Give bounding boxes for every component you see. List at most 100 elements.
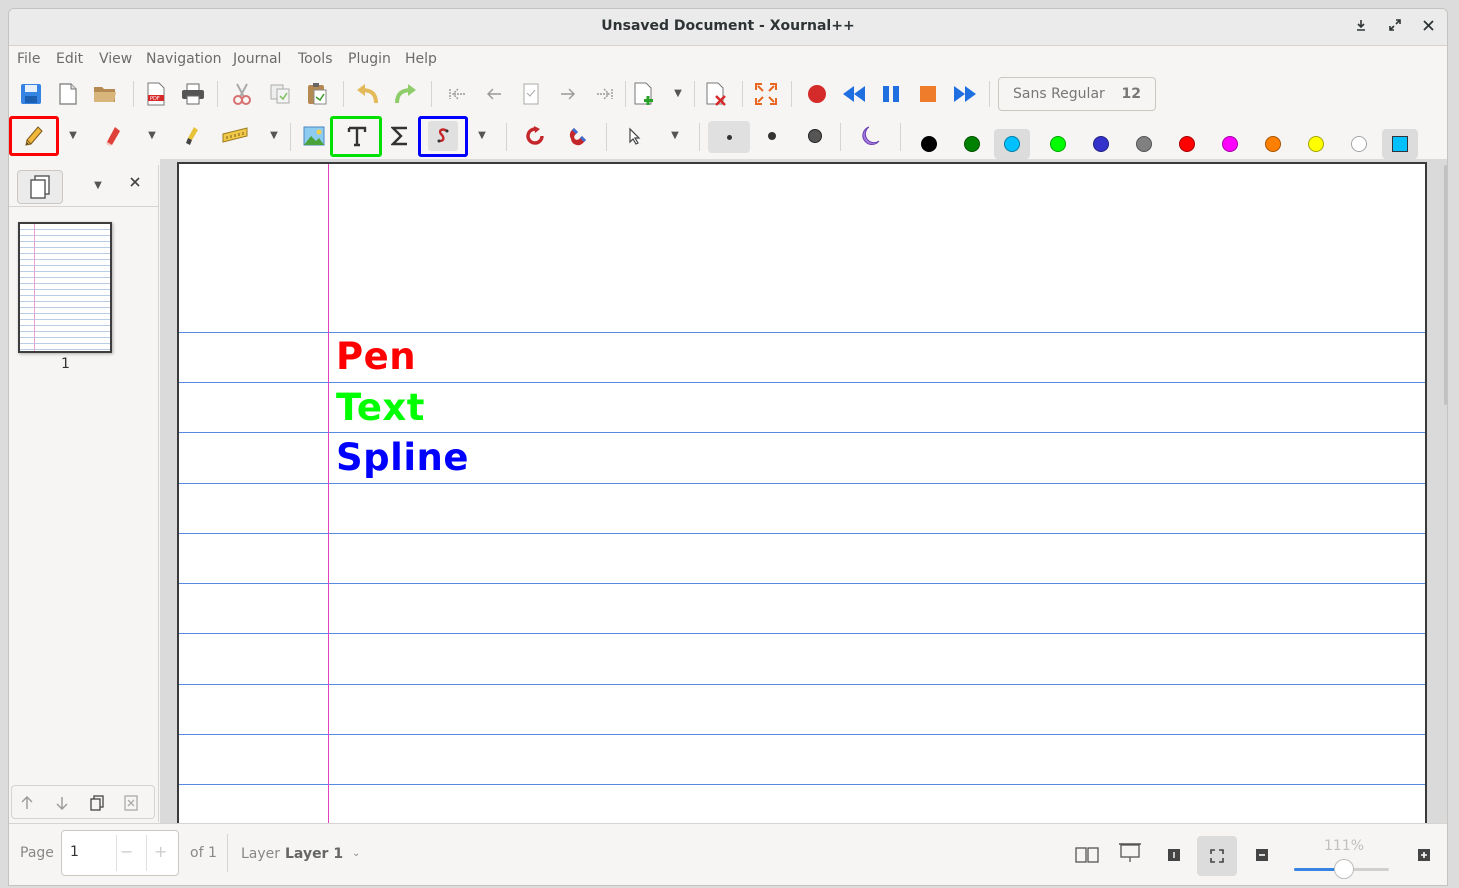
pen-icon[interactable] [19,121,49,151]
spline-icon[interactable] [428,121,458,151]
maximize-icon[interactable] [1384,17,1406,39]
previous-page-icon[interactable] [479,79,509,109]
delete-page-sidebar-icon[interactable] [116,789,146,817]
snap-grid-magnet-icon[interactable] [563,121,593,151]
shape-dropdown[interactable]: ▼ [267,126,281,146]
save-icon[interactable] [16,79,46,109]
menu-plugin[interactable]: Plugin [348,51,391,67]
export-pdf-icon[interactable]: PDF [141,79,171,109]
menu-view[interactable]: View [99,51,132,67]
menu-edit[interactable]: Edit [56,51,83,67]
zoom-slider-handle[interactable] [1334,859,1354,879]
insert-page-dropdown[interactable]: ▼ [671,84,685,104]
color-swatch [1351,136,1367,152]
layer-select[interactable]: Layer 1 [285,846,343,862]
color-blue-button[interactable] [1083,129,1119,159]
move-page-up-icon[interactable] [12,789,42,817]
pause-icon[interactable] [876,79,906,109]
image-icon[interactable] [299,121,329,151]
page-text-pen[interactable]: Pen [336,335,416,378]
color-red-button[interactable] [1169,129,1205,159]
delete-page-icon[interactable] [701,79,731,109]
menu-file[interactable]: File [17,51,40,67]
toolbar-separator [742,81,743,107]
thickness-medium-icon[interactable] [757,121,787,151]
fill-opacity-icon[interactable] [857,121,887,151]
fullscreen-icon[interactable] [751,79,781,109]
ruler-icon[interactable] [220,121,250,151]
color-white-button[interactable] [1341,129,1377,159]
page-number-input[interactable]: 1 [70,844,79,860]
sidebar-close-icon[interactable] [129,176,145,192]
close-icon[interactable] [1417,17,1439,39]
layer-dropdown-icon[interactable]: ⌄ [352,848,360,859]
thickness-thick-icon[interactable] [800,121,830,151]
pen-dropdown[interactable]: ▼ [66,126,80,146]
minimize-icon[interactable] [1350,17,1372,39]
select-dropdown[interactable]: ▼ [668,126,682,146]
print-icon[interactable] [178,79,208,109]
color-black-button[interactable] [911,129,947,159]
vertical-scrollbar[interactable] [1444,165,1447,405]
goto-page-icon[interactable] [516,79,546,109]
fast-forward-icon[interactable] [950,79,980,109]
select-pointer-icon[interactable] [620,121,650,151]
dual-page-icon[interactable] [1072,840,1102,870]
color-green-button[interactable] [954,129,990,159]
page-increment-icon[interactable]: + [154,842,167,861]
undo-icon[interactable] [353,79,383,109]
menu-help[interactable]: Help [405,51,437,67]
move-page-down-icon[interactable] [47,789,77,817]
color-lightblue-button[interactable] [994,129,1030,159]
menu-tools[interactable]: Tools [298,51,333,67]
record-icon[interactable] [802,79,832,109]
color-lightgreen-button[interactable] [1040,129,1076,159]
ruled-line [179,784,1425,785]
page-decrement-icon[interactable]: − [120,842,133,861]
document-page[interactable]: Pen Text Spline [177,162,1427,823]
font-selector[interactable]: Sans Regular 12 [998,77,1156,111]
cut-icon[interactable] [227,79,257,109]
next-page-icon[interactable] [553,79,583,109]
zoom-out-icon[interactable] [1247,840,1277,870]
stop-icon[interactable] [913,79,943,109]
highlighter-icon[interactable] [177,121,207,151]
canvas-area[interactable]: Pen Text Spline [160,159,1447,823]
sidebar-view-dropdown[interactable]: ▼ [91,176,105,196]
current-color-button[interactable] [1382,129,1418,159]
copy-icon[interactable] [265,79,295,109]
open-folder-icon[interactable] [90,79,120,109]
zoom-slider[interactable] [1294,859,1389,879]
eraser-icon[interactable] [98,121,128,151]
presentation-mode-icon[interactable] [1115,838,1145,868]
color-gray-button[interactable] [1126,129,1162,159]
eraser-dropdown[interactable]: ▼ [145,126,159,146]
menu-navigation[interactable]: Navigation [146,51,222,67]
color-swatch [1093,136,1109,152]
go-first-page-icon[interactable] [442,79,472,109]
snap-rotation-icon[interactable] [520,121,550,151]
duplicate-page-icon[interactable] [82,789,112,817]
page-number-spinner[interactable]: 1 − + [61,830,179,876]
zoom-in-icon[interactable] [1409,840,1439,870]
menu-journal[interactable]: Journal [233,51,281,67]
paste-icon[interactable] [302,79,332,109]
redo-icon[interactable] [390,79,420,109]
text-icon[interactable] [342,121,372,151]
new-document-icon[interactable] [53,79,83,109]
rewind-icon[interactable] [839,79,869,109]
math-tex-icon[interactable] [385,121,415,151]
zoom-fit-icon[interactable] [1197,836,1237,876]
color-orange-button[interactable] [1255,129,1291,159]
insert-page-icon[interactable] [629,79,659,109]
page-text-spline[interactable]: Spline [336,436,469,479]
thickness-fine-icon[interactable] [708,121,750,153]
color-magenta-button[interactable] [1212,129,1248,159]
spline-dropdown[interactable]: ▼ [475,126,489,146]
page-preview-tab[interactable] [17,170,63,204]
page-thumbnail[interactable] [18,222,112,353]
zoom-100-icon[interactable] [1159,840,1189,870]
go-last-page-icon[interactable] [590,79,620,109]
color-yellow-button[interactable] [1298,129,1334,159]
page-text-text[interactable]: Text [336,386,425,429]
